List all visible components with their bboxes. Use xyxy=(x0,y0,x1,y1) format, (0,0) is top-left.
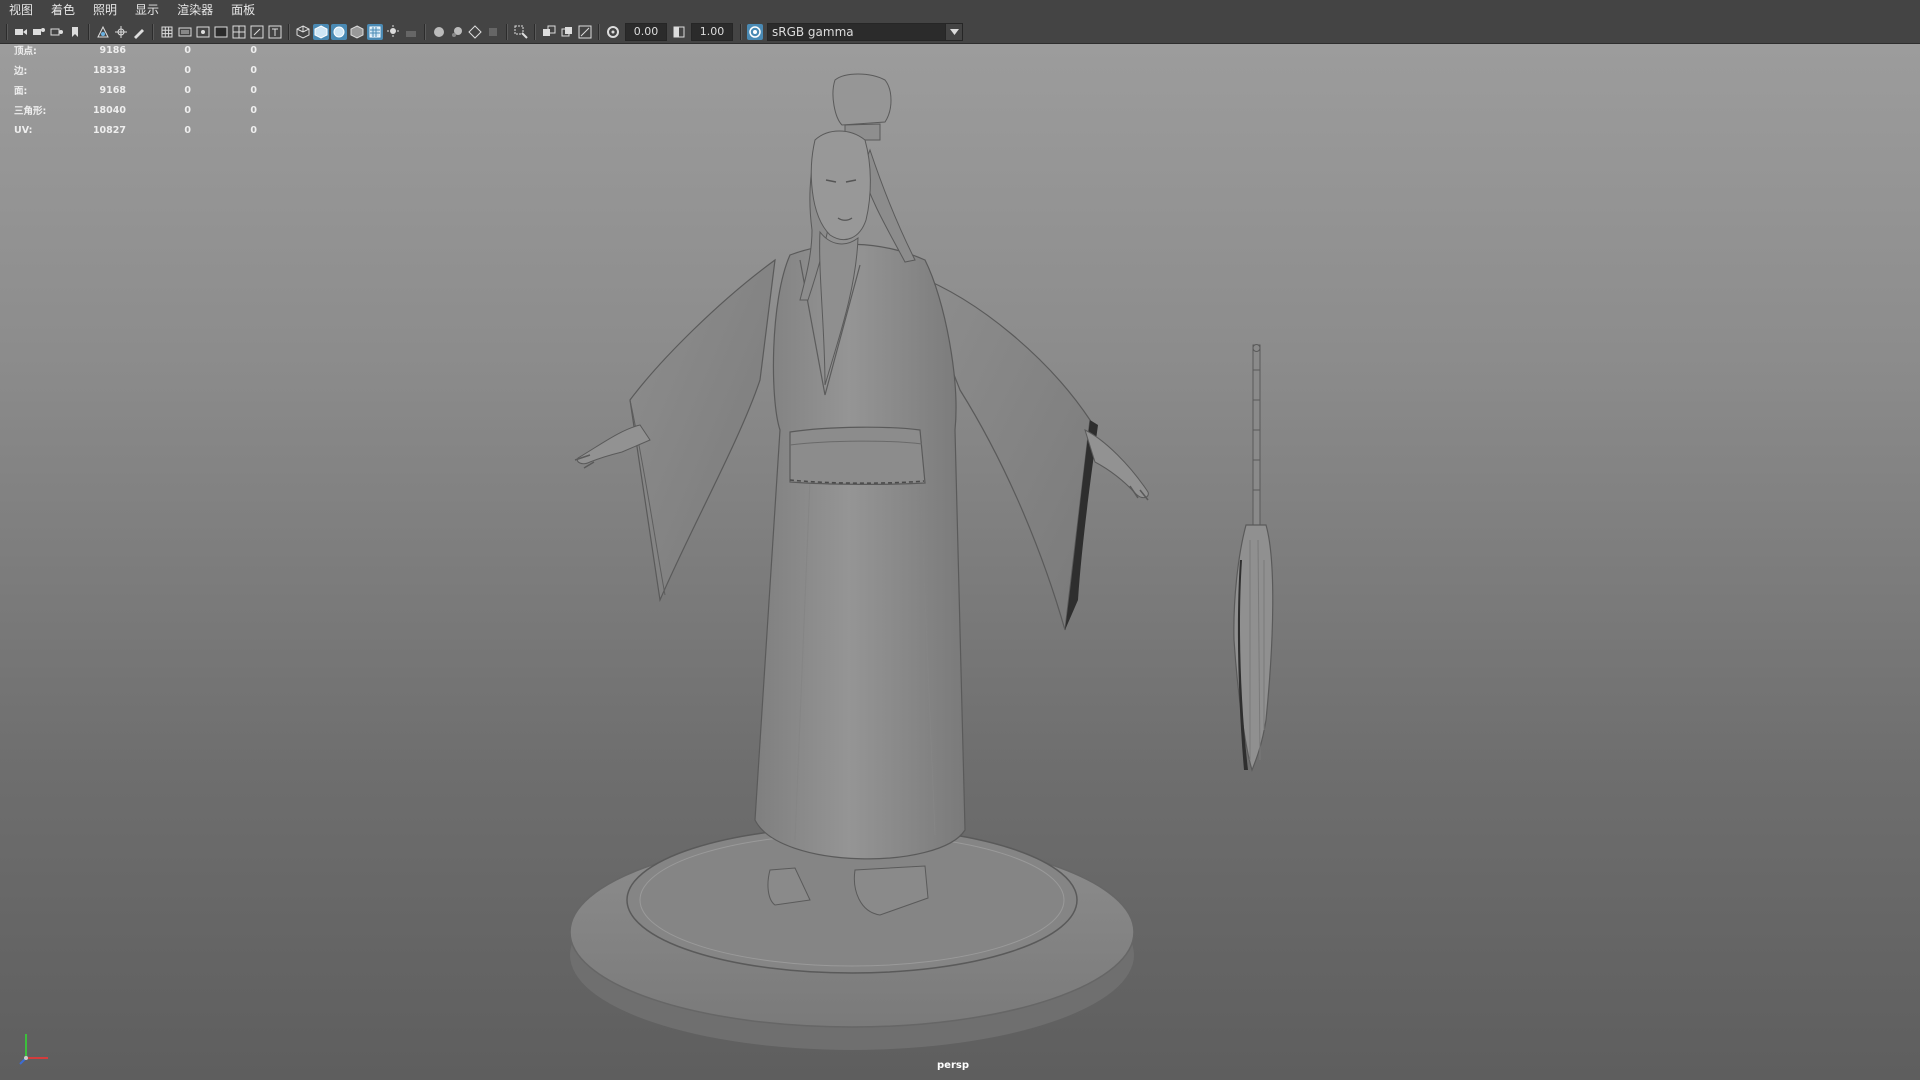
menu-renderer[interactable]: 渲染器 xyxy=(168,0,222,21)
resolution-gate-icon[interactable] xyxy=(195,24,211,40)
transform-icon[interactable] xyxy=(113,24,129,40)
menu-lighting[interactable]: 照明 xyxy=(84,0,126,21)
field-chart-icon[interactable] xyxy=(231,24,247,40)
toolbar-separator xyxy=(506,24,508,40)
toolbar-separator xyxy=(598,24,600,40)
panel-toolbar: 0.00 1.00 sRGB gamma xyxy=(0,21,1920,44)
exposure-field[interactable]: 0.00 xyxy=(625,23,667,41)
gamma-icon[interactable] xyxy=(671,24,687,40)
character-sleeve-left[interactable] xyxy=(629,258,776,603)
xray-icon[interactable] xyxy=(403,24,419,40)
toolbar-separator xyxy=(534,24,536,40)
pedestal[interactable] xyxy=(569,826,1135,1050)
xray-active-icon[interactable] xyxy=(467,24,483,40)
toolbar-separator xyxy=(424,24,426,40)
menu-shading[interactable]: 着色 xyxy=(42,0,84,21)
toolbar-separator xyxy=(740,24,742,40)
isolate-select-icon[interactable] xyxy=(431,24,447,40)
bookmark-icon[interactable] xyxy=(67,24,83,40)
colorspace-value: sRGB gamma xyxy=(772,25,854,39)
camera-icon[interactable] xyxy=(13,24,29,40)
ssao-icon[interactable] xyxy=(559,24,575,40)
xray-joints-icon[interactable] xyxy=(449,24,465,40)
use-lights-icon[interactable] xyxy=(367,24,383,40)
menu-panels[interactable]: 面板 xyxy=(222,0,264,21)
colorspace-dropdown[interactable]: sRGB gamma xyxy=(767,23,963,41)
toolbar-separator xyxy=(152,24,154,40)
toolbar-separator xyxy=(88,24,90,40)
toolbar-grip xyxy=(6,24,8,40)
scene-canvas[interactable] xyxy=(0,44,1920,1080)
wireframe-icon[interactable] xyxy=(295,24,311,40)
shadows-icon[interactable] xyxy=(385,24,401,40)
textured-icon[interactable] xyxy=(349,24,365,40)
character-hand-right[interactable] xyxy=(1084,429,1149,501)
gate-mask-icon[interactable] xyxy=(213,24,229,40)
grid-icon[interactable] xyxy=(159,24,175,40)
character-belt[interactable] xyxy=(789,426,926,485)
chevron-down-icon[interactable] xyxy=(945,24,962,40)
safe-title-icon[interactable] xyxy=(267,24,283,40)
paint-icon[interactable] xyxy=(131,24,147,40)
camera-name-label: persp xyxy=(937,1060,969,1071)
multisample-icon[interactable] xyxy=(541,24,557,40)
menu-show[interactable]: 显示 xyxy=(126,0,168,21)
motion-blur-icon[interactable] xyxy=(577,24,593,40)
safe-action-icon[interactable] xyxy=(249,24,265,40)
exposure-icon[interactable] xyxy=(605,24,621,40)
colorspace-icon[interactable] xyxy=(747,24,763,40)
smooth-shade-icon[interactable] xyxy=(313,24,329,40)
panel-menu-bar: 视图 着色 照明 显示 渲染器 面板 xyxy=(0,0,1920,21)
image-plane-icon[interactable] xyxy=(95,24,111,40)
menu-view[interactable]: 视图 xyxy=(0,0,42,21)
backface-icon[interactable] xyxy=(485,24,501,40)
gamma-field[interactable]: 1.00 xyxy=(691,23,733,41)
character-robe[interactable] xyxy=(754,243,966,860)
wireframe-on-shaded-icon[interactable] xyxy=(331,24,347,40)
toolbar-separator xyxy=(288,24,290,40)
fly-whisk[interactable] xyxy=(1233,344,1274,772)
camera-attrs-icon[interactable] xyxy=(31,24,47,40)
axis-gizmo-icon xyxy=(19,1034,48,1065)
camera-select-icon[interactable] xyxy=(49,24,65,40)
select-camera-icon[interactable] xyxy=(513,24,529,40)
film-gate-icon[interactable] xyxy=(177,24,193,40)
viewport-persp[interactable]: 顶点: 9186 0 0 边: 18333 0 0 面: 9168 0 0 三角… xyxy=(0,44,1920,1080)
